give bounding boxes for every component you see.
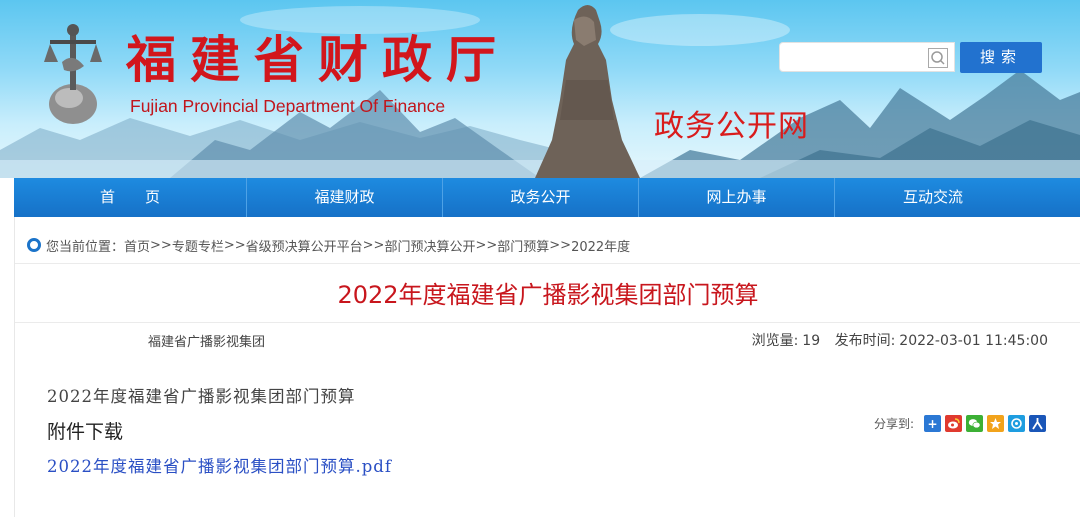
breadcrumb: 您当前位置： 首页 >> 专题专栏 >> 省级预决算公开平台 >> 部门预决算公… bbox=[27, 235, 630, 255]
main-nav: 首页 福建财政 政务公开 网上办事 互动交流 bbox=[14, 178, 1080, 217]
article-body: 2022年度福建省广播影视集团部门预算 bbox=[47, 387, 356, 406]
search-box bbox=[779, 42, 955, 72]
published-label: 发布时间: bbox=[834, 333, 896, 349]
breadcrumb-home[interactable]: 首页 bbox=[124, 236, 150, 255]
search-input[interactable] bbox=[780, 43, 920, 71]
breadcrumb-special-topics[interactable]: 专题专栏 bbox=[172, 236, 224, 255]
tencent-weibo-icon[interactable] bbox=[1008, 415, 1025, 432]
breadcrumb-separator: >> bbox=[549, 237, 572, 253]
published-time: 2022-03-01 11:45:00 bbox=[899, 333, 1048, 349]
breadcrumb-dept-budget-disclosure[interactable]: 部门预决算公开 bbox=[384, 236, 475, 255]
views-count: 19 bbox=[802, 333, 821, 349]
renren-icon[interactable] bbox=[1029, 415, 1046, 432]
breadcrumb-budget-platform[interactable]: 省级预决算公开平台 bbox=[246, 236, 363, 255]
search-button[interactable]: 搜索 bbox=[960, 42, 1042, 73]
article-title: 2022年度福建省广播影视集团部门预算 bbox=[337, 281, 759, 309]
wechat-icon[interactable] bbox=[966, 415, 983, 432]
site-title: 福建省财政厅 bbox=[126, 30, 510, 89]
location-icon bbox=[27, 238, 41, 252]
share-label: 分享到: bbox=[873, 417, 914, 431]
content-panel: 您当前位置： 首页 >> 专题专栏 >> 省级预决算公开平台 >> 部门预决算公… bbox=[14, 217, 1080, 517]
article-meta: 浏览量: 19 发布时间: 2022-03-01 11:45:00 bbox=[746, 330, 1048, 350]
nav-item-fujian-finance[interactable]: 福建财政 bbox=[247, 178, 443, 217]
nav-item-interaction[interactable]: 互动交流 bbox=[835, 178, 1031, 217]
qzone-plus-icon[interactable]: + bbox=[924, 415, 941, 432]
finance-emblem-icon bbox=[44, 22, 102, 126]
breadcrumb-separator: >> bbox=[223, 237, 246, 253]
nav-item-government-affairs[interactable]: 政务公开 bbox=[443, 178, 639, 217]
qq-zone-icon[interactable] bbox=[987, 415, 1004, 432]
article-source: 福建省广播影视集团 bbox=[148, 335, 266, 350]
search-icon[interactable] bbox=[928, 48, 948, 68]
nav-item-home[interactable]: 首页 bbox=[14, 178, 247, 217]
header-banner: 福建省财政厅 Fujian Provincial Department Of F… bbox=[0, 0, 1080, 178]
divider bbox=[15, 263, 1080, 264]
share-bar: 分享到: + bbox=[874, 415, 1046, 432]
breadcrumb-label: 您当前位置： bbox=[46, 239, 125, 255]
attachment-link[interactable]: 2022年度福建省广播影视集团部门预算.pdf bbox=[47, 453, 392, 477]
breadcrumb-separator: >> bbox=[362, 237, 385, 253]
divider bbox=[15, 322, 1080, 323]
views-label: 浏览量: bbox=[751, 333, 799, 349]
breadcrumb-year[interactable]: 2022年度 bbox=[571, 236, 630, 255]
portal-title: 政务公开网 bbox=[654, 109, 809, 144]
site-subtitle: Fujian Provincial Department Of Finance bbox=[130, 96, 446, 116]
breadcrumb-dept-budget[interactable]: 部门预算 bbox=[497, 236, 549, 255]
nav-item-online-services[interactable]: 网上办事 bbox=[639, 178, 835, 217]
breadcrumb-separator: >> bbox=[475, 237, 498, 253]
breadcrumb-separator: >> bbox=[150, 237, 172, 253]
weibo-icon[interactable] bbox=[945, 415, 962, 432]
attachment-heading: 附件下载 bbox=[47, 421, 124, 443]
